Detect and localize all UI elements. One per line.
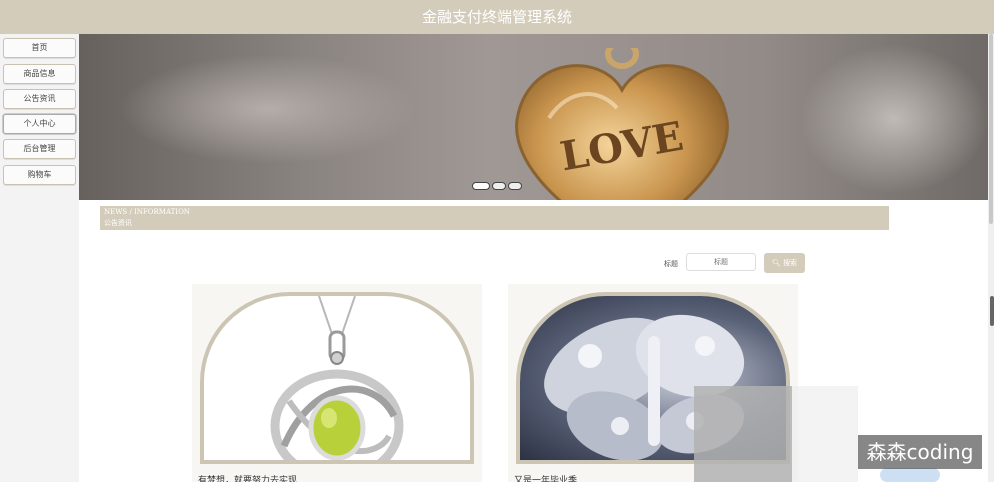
blur-overlay	[694, 386, 792, 482]
blue-smudge	[880, 468, 940, 482]
page-scrollbar[interactable]	[988, 34, 994, 482]
sidebar-item-announcements[interactable]: 公告资讯	[3, 89, 76, 109]
banner-dot[interactable]	[492, 182, 506, 190]
search-label: 标题	[664, 260, 678, 268]
page-title: 金融支付终端管理系统	[421, 8, 572, 26]
banner-indicators	[472, 182, 522, 190]
sidebar-item-personal-center[interactable]: 个人中心	[3, 114, 76, 134]
news-card[interactable]: 有梦想，就要努力去实现	[192, 284, 482, 482]
banner-dot[interactable]	[508, 182, 522, 190]
sidebar-nav: 首页 商品信息 公告资讯 个人中心 后台管理 购物车	[0, 34, 79, 482]
pendant-necklace-image	[270, 296, 404, 460]
search-icon: 🔍︎	[771, 259, 781, 267]
banner-blur-right	[799, 44, 988, 194]
blur-overlay	[792, 386, 858, 482]
sidebar-item-admin[interactable]: 后台管理	[3, 139, 76, 159]
search-button-label: 搜索	[783, 259, 798, 267]
hero-banner[interactable]: LOVE	[79, 34, 988, 200]
card-title[interactable]: 又是一年毕业季	[514, 473, 577, 482]
banner-blur-left	[119, 54, 419, 164]
card-image-frame	[200, 292, 474, 464]
sidebar-item-home[interactable]: 首页	[3, 38, 76, 58]
heart-locket-image: LOVE	[515, 48, 729, 200]
app-header: 金融支付终端管理系统	[0, 0, 994, 34]
sidebar-item-cart[interactable]: 购物车	[3, 165, 76, 185]
news-section-header: NEWS / INFORMATION 公告资讯	[100, 206, 889, 230]
scroll-grip[interactable]	[990, 296, 994, 326]
news-title-en: NEWS / INFORMATION	[104, 208, 190, 216]
sidebar-item-products[interactable]: 商品信息	[3, 64, 76, 84]
watermark: 森森coding	[858, 435, 982, 469]
card-title[interactable]: 有梦想，就要努力去实现	[198, 473, 297, 482]
scrollbar-thumb[interactable]	[989, 34, 993, 224]
banner-dot[interactable]	[472, 182, 490, 190]
search-input[interactable]	[686, 253, 756, 271]
news-title-cn: 公告资讯	[104, 219, 132, 227]
search-button[interactable]: 🔍︎ 搜索	[764, 253, 805, 273]
